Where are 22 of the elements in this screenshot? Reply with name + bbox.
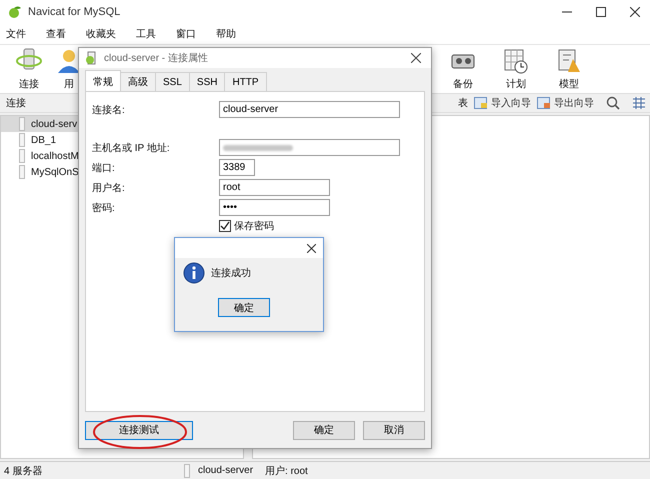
toolbar-label: 备份 [453, 78, 473, 91]
status-text: cloud-server [198, 465, 254, 476]
field-label: 端口: [92, 162, 116, 174]
tree-label: DB_1 [31, 134, 56, 146]
message-text: 连接成功 [211, 266, 251, 280]
toolbar-label: 连接 [19, 78, 39, 91]
field-label: 连接名: [92, 104, 126, 116]
status-text: 4 服务器 [4, 464, 44, 478]
field-label: 主机名或 IP 地址: [92, 142, 171, 154]
field-label: 密码: [92, 202, 116, 214]
field-label: 用户名: [92, 182, 126, 194]
toolbar-label: 用 [64, 78, 74, 91]
checkbox-label: 保存密码 [234, 220, 274, 233]
dialog-title: cloud-server - 连接属性 [104, 52, 208, 65]
toolbar-label: 模型 [559, 78, 579, 91]
tree-label: cloud-serv [31, 118, 78, 130]
window-title: Navicat for MySQL [28, 6, 120, 18]
status-text: 用户: root [265, 464, 308, 478]
section-label: 连接 [6, 96, 26, 110]
toolbar-label: 计划 [506, 78, 526, 91]
tree-label: localhostM [31, 150, 79, 162]
tree-label: MySqlOnS [31, 166, 79, 178]
